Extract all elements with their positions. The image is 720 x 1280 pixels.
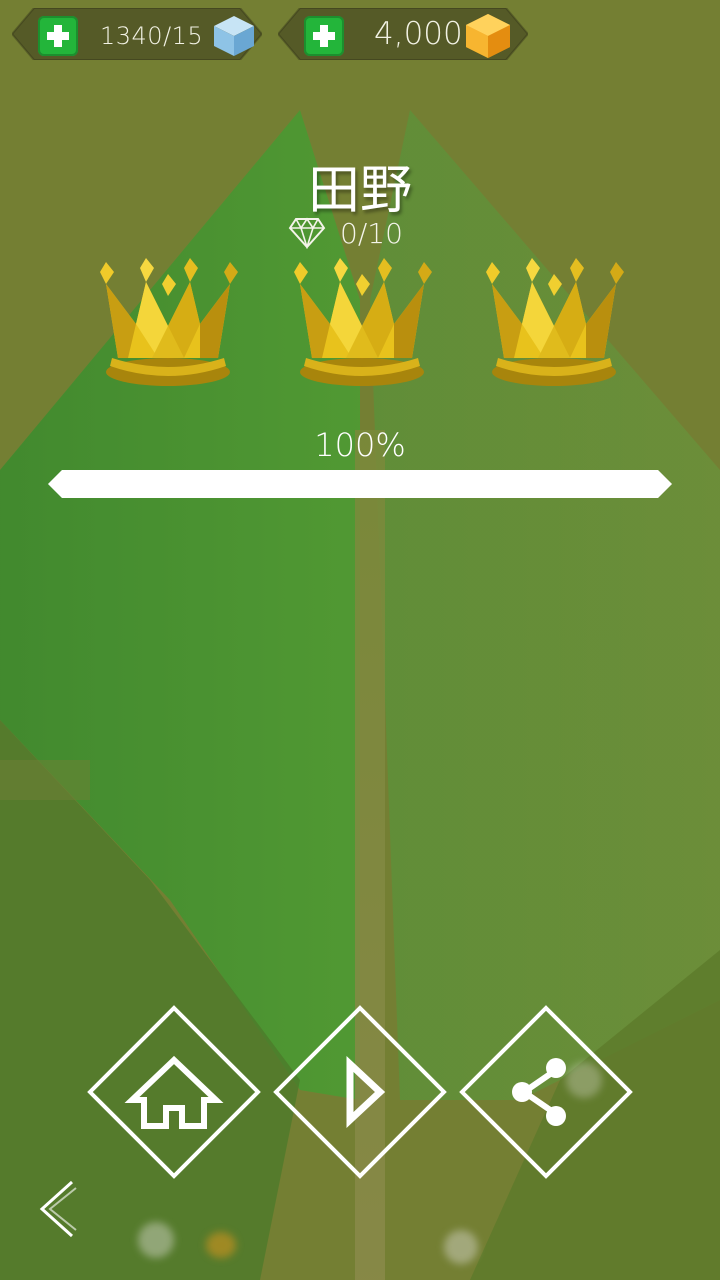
progress-percent: 100%	[314, 426, 406, 464]
decor-blur	[444, 1230, 478, 1264]
play-icon	[346, 1055, 386, 1129]
back-button[interactable]	[34, 1178, 80, 1240]
back-chevron-icon	[39, 1180, 77, 1238]
decor-blur	[138, 1222, 174, 1258]
diamond-progress: 0/10	[288, 214, 403, 252]
gold-gem-icon	[466, 14, 510, 58]
ice-cube-icon	[214, 16, 254, 56]
decor-blur	[206, 1232, 236, 1258]
share-button[interactable]	[458, 1004, 634, 1180]
share-icon	[512, 1058, 566, 1126]
diamond-icon	[288, 217, 326, 249]
diamond-count: 0/10	[340, 216, 403, 250]
progress-bar	[48, 470, 672, 498]
gold-counter: 4,000	[278, 8, 528, 60]
level-title: 田野	[307, 161, 412, 221]
play-button[interactable]	[272, 1004, 448, 1180]
cubes-value: 1340/15	[100, 22, 204, 50]
cubes-counter: 1340/15	[12, 8, 262, 60]
crown-icon	[294, 258, 432, 386]
home-button[interactable]	[86, 1004, 262, 1180]
progress-bar-fill	[48, 470, 672, 498]
add-gold-button[interactable]	[304, 16, 344, 56]
crown-icon	[486, 258, 624, 386]
gold-value: 4,000	[374, 16, 463, 52]
add-cubes-button[interactable]	[38, 16, 78, 56]
crown-icon	[100, 258, 238, 386]
home-icon	[124, 1055, 224, 1129]
